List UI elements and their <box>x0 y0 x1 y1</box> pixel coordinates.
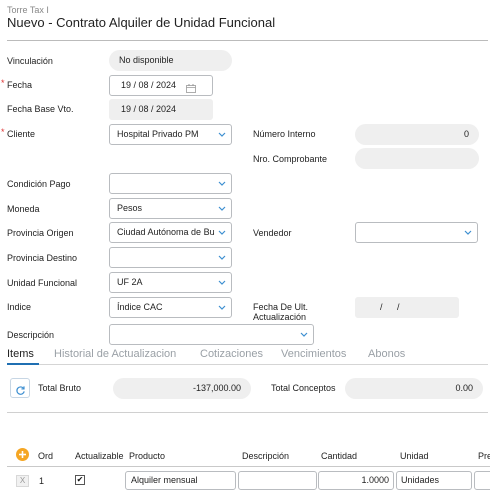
provincia-origen-value: Ciudad Autónoma de Bu <box>117 227 215 237</box>
unidad-funcional-select[interactable]: UF 2A <box>109 272 232 293</box>
numero-interno-field: 0 <box>355 124 479 145</box>
provincia-origen-label: Provincia Origen <box>7 228 74 238</box>
moneda-select[interactable]: Pesos <box>109 198 232 219</box>
chevron-down-icon <box>217 304 227 312</box>
col-header-actualizable: Actualizable <box>75 451 124 461</box>
chevron-down-icon <box>217 205 227 213</box>
nro-comprobante-field <box>355 148 479 169</box>
chevron-down-icon <box>217 229 227 237</box>
tab-cotizaciones[interactable]: Cotizaciones <box>200 348 263 360</box>
fecha-value: 19 / 08 / 2024 <box>121 80 177 90</box>
calendar-icon[interactable] <box>186 81 196 95</box>
fecha-ult-act-label-line2: Actualización <box>253 312 307 322</box>
header-divider <box>7 40 488 41</box>
vinculacion-badge: No disponible <box>109 50 232 71</box>
fecha-base-field: 19 / 08 / 2024 <box>109 99 213 120</box>
fecha-ult-act-value: / / <box>380 302 400 312</box>
total-conceptos-label: Total Conceptos <box>271 383 336 393</box>
row-cantidad-value: 1.0000 <box>361 475 389 485</box>
fecha-input[interactable]: 19 / 08 / 2024 <box>109 75 213 96</box>
vendedor-select[interactable] <box>355 222 478 243</box>
add-item-button[interactable] <box>16 448 29 461</box>
chevron-down-icon <box>217 131 227 139</box>
tab-items[interactable]: Items <box>7 348 34 360</box>
condicion-pago-select[interactable] <box>109 173 232 194</box>
tab-abonos[interactable]: Abonos <box>368 348 405 360</box>
vendedor-label: Vendedor <box>253 228 292 238</box>
tab-historial[interactable]: Historial de Actualizacion <box>54 348 176 360</box>
vinculacion-label: Vinculación <box>7 56 53 66</box>
row-unidad-select[interactable]: Unidades <box>396 471 472 490</box>
condicion-pago-label: Condición Pago <box>7 179 71 189</box>
col-header-producto: Producto <box>129 451 166 461</box>
col-header-ord: Ord <box>38 451 54 461</box>
moneda-label: Moneda <box>7 204 40 214</box>
row-descripcion-input[interactable] <box>238 471 317 490</box>
col-header-unidad: Unidad <box>400 451 429 461</box>
fecha-ult-act-field: / / <box>355 297 459 318</box>
total-conceptos-value: 0.00 <box>455 383 473 393</box>
provincia-destino-select[interactable] <box>109 247 232 268</box>
chevron-down-icon <box>463 229 473 237</box>
row-precio-input[interactable] <box>474 471 490 490</box>
close-icon: X <box>19 476 26 485</box>
cliente-select[interactable]: Hospital Privado PM <box>109 124 232 145</box>
fecha-ult-act-label: Fecha De Ult. Actualización <box>253 302 308 322</box>
unidad-funcional-value: UF 2A <box>117 277 143 287</box>
fecha-base-label: Fecha Base Vto. <box>7 104 74 114</box>
row-cantidad-input[interactable]: 1.0000 <box>318 471 394 490</box>
total-bruto-label: Total Bruto <box>38 383 82 393</box>
breadcrumb[interactable]: Torre Tax I <box>7 5 49 15</box>
plus-circle-icon <box>16 448 29 465</box>
moneda-value: Pesos <box>117 203 143 213</box>
chevron-down-icon <box>217 254 227 262</box>
total-bruto-value: -137,000.00 <box>192 383 241 393</box>
row-actualizable-checkbox[interactable]: ✔ <box>75 475 85 485</box>
numero-interno-value: 0 <box>463 129 469 139</box>
refresh-button[interactable] <box>10 378 30 398</box>
indice-select[interactable]: Índice CAC <box>109 297 232 318</box>
row-delete-button[interactable]: X <box>16 475 29 487</box>
chevron-down-icon <box>217 180 227 188</box>
col-header-cantidad: Cantidad <box>321 451 358 461</box>
col-header-descripcion: Descripción <box>242 451 290 461</box>
refresh-icon <box>15 383 26 401</box>
numero-interno-label: Número Interno <box>253 129 316 139</box>
indice-value: Índice CAC <box>117 302 163 312</box>
tab-vencimientos[interactable]: Vencimientos <box>281 348 346 360</box>
table-header-divider <box>7 466 490 467</box>
cliente-label: Cliente <box>1 127 35 139</box>
total-bruto-field: -137,000.00 <box>113 378 251 399</box>
provincia-destino-label: Provincia Destino <box>7 253 78 263</box>
descripcion-select[interactable] <box>109 324 314 345</box>
row-producto-input[interactable]: Alquiler mensual <box>125 471 236 490</box>
descripcion-label: Descripción <box>7 330 55 340</box>
total-conceptos-field: 0.00 <box>345 378 483 399</box>
provincia-origen-select[interactable]: Ciudad Autónoma de Bu <box>109 222 232 243</box>
page-title: Nuevo - Contrato Alquiler de Unidad Func… <box>7 15 276 30</box>
tab-active-indicator <box>7 363 39 365</box>
cliente-value: Hospital Privado PM <box>117 129 199 139</box>
chevron-down-icon <box>299 331 309 339</box>
tabs-divider <box>7 364 488 365</box>
unidad-funcional-label: Unidad Funcional <box>7 278 78 288</box>
row-ord: 1 <box>39 476 45 486</box>
col-header-precio: Pre <box>478 451 490 461</box>
nro-comprobante-label: Nro. Comprobante <box>253 154 328 164</box>
chevron-down-icon <box>217 279 227 287</box>
indice-label: Indice <box>7 302 32 312</box>
fecha-ult-act-label-line1: Fecha De Ult. <box>253 302 309 312</box>
fecha-label: Fecha <box>1 78 32 90</box>
checkmark-icon: ✔ <box>76 475 84 484</box>
totals-divider <box>7 412 488 413</box>
